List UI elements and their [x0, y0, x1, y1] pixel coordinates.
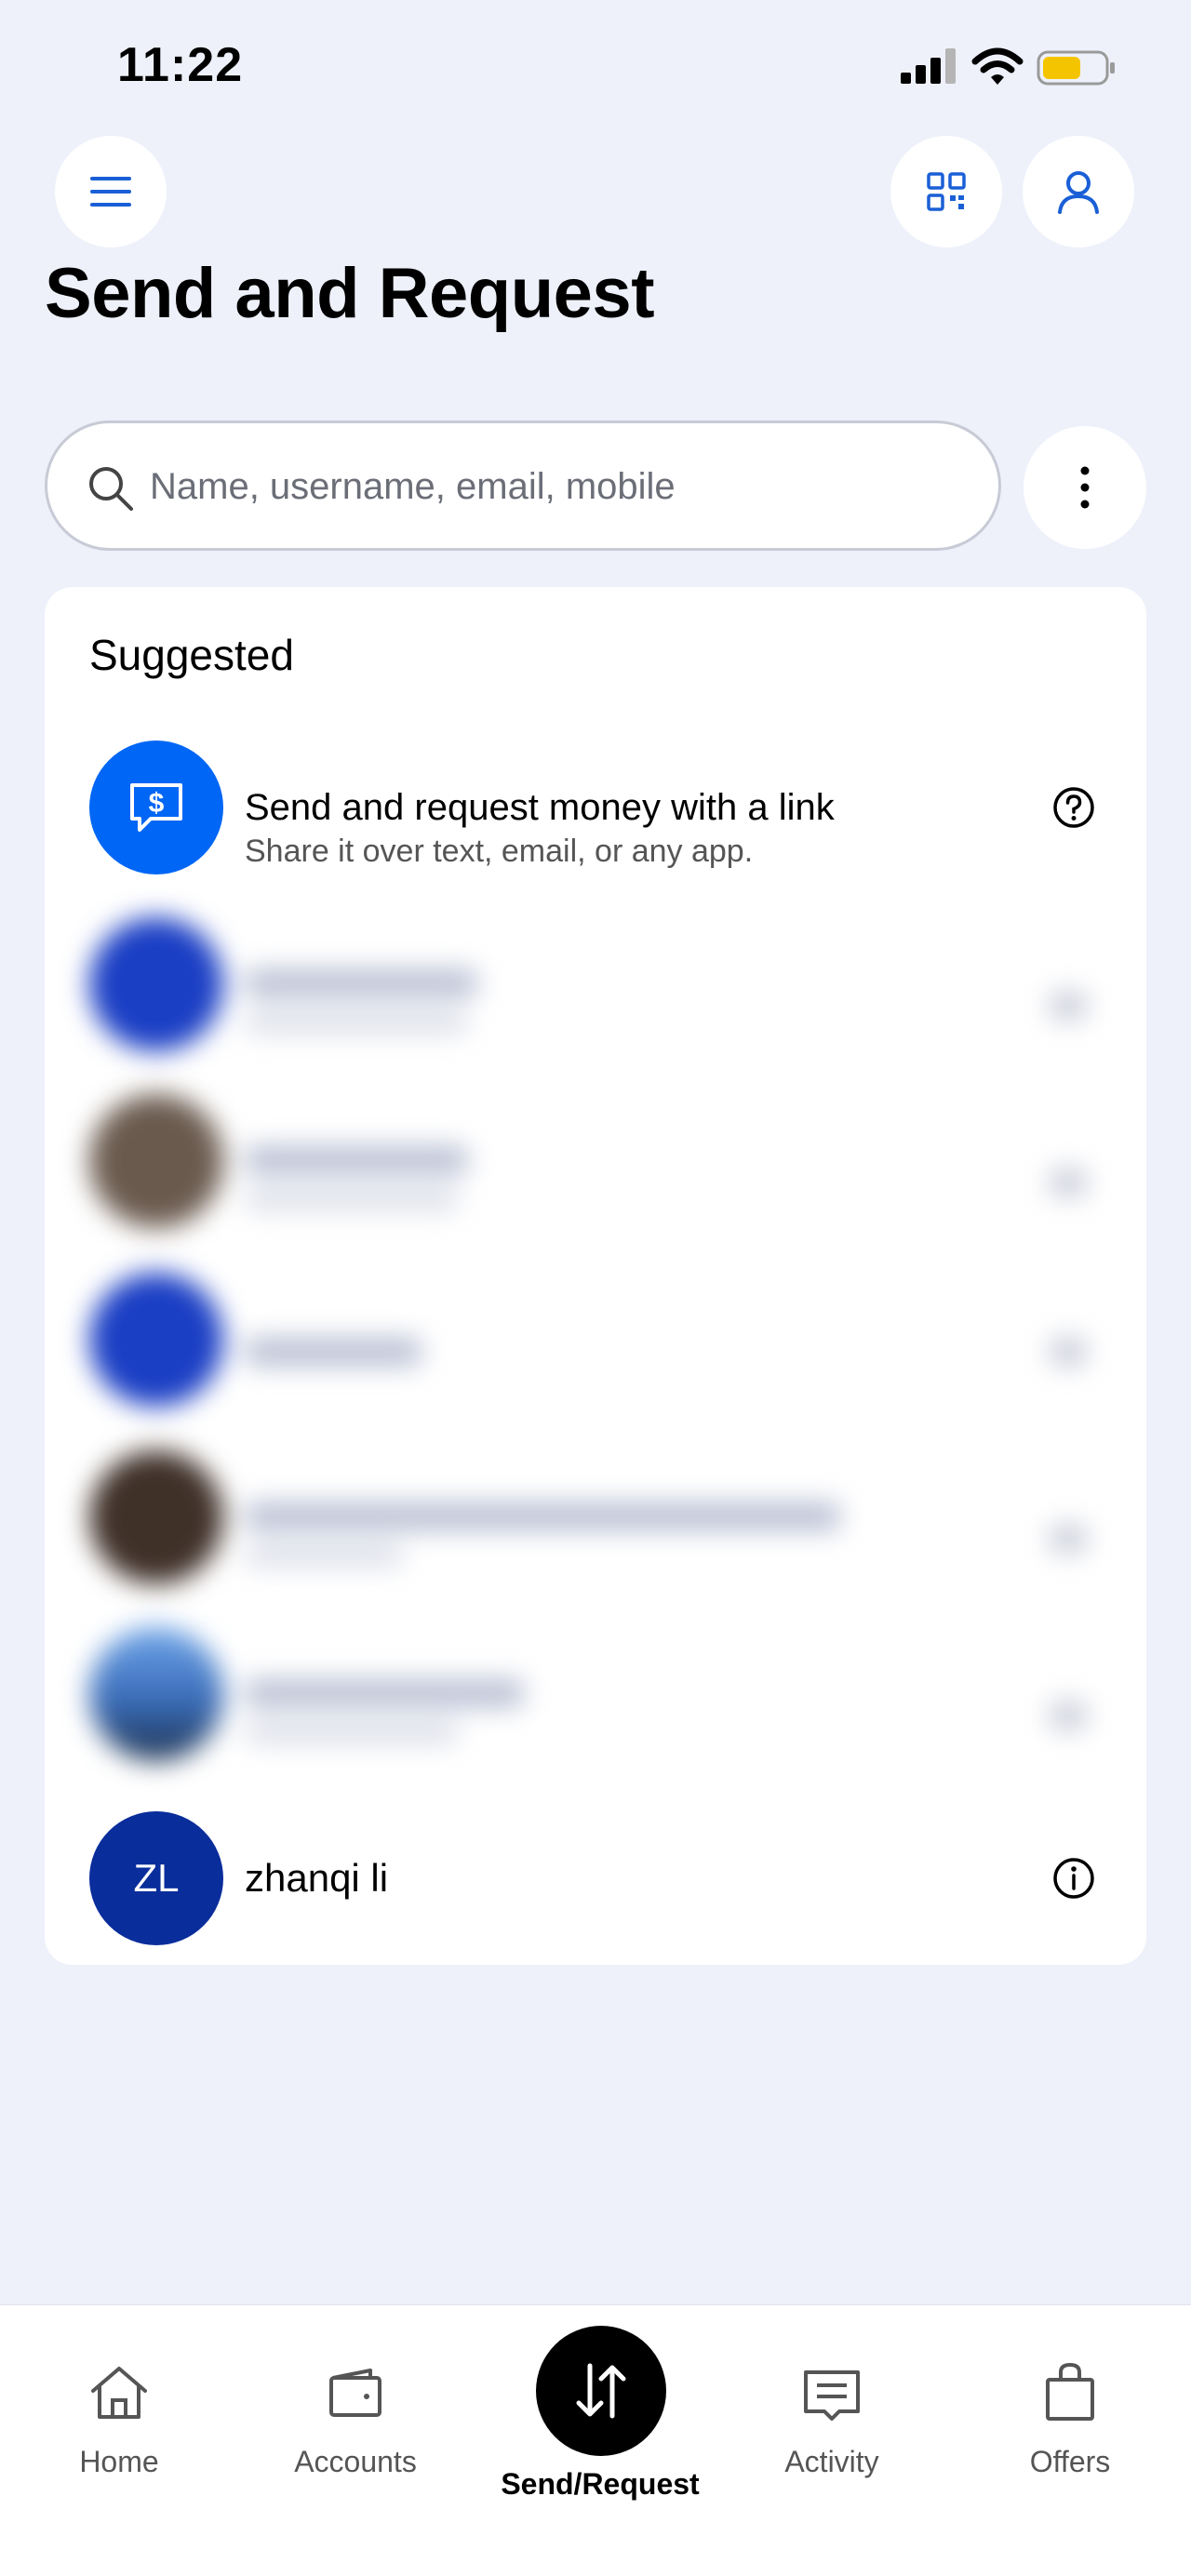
- svg-text:$: $: [149, 788, 165, 819]
- link-avatar: $: [89, 741, 223, 874]
- list-item[interactable]: [45, 917, 1146, 1094]
- home-icon: [91, 2367, 147, 2419]
- search-box[interactable]: [45, 420, 1001, 551]
- nav-activity[interactable]: Activity: [739, 2305, 925, 2510]
- suggested-heading: Suggested: [89, 631, 294, 679]
- nav-offers-label: Offers: [1029, 2445, 1111, 2478]
- link-item-title: Send and request money with a link: [245, 787, 835, 828]
- profile-button[interactable]: [1023, 136, 1134, 247]
- nav-send-request[interactable]: Send/Request: [484, 2305, 716, 2510]
- avatar: [89, 1627, 223, 1761]
- contact-item[interactable]: ZL zhanqi li: [45, 1811, 1146, 1988]
- suggested-card: Suggested $ Send and request money with …: [45, 587, 1146, 1965]
- nav-home[interactable]: Home: [26, 2305, 212, 2510]
- shopping-bag-icon: [1046, 2362, 1094, 2421]
- qr-code-button[interactable]: [890, 136, 1002, 247]
- list-item[interactable]: [45, 1094, 1146, 1271]
- nav-home-label: Home: [79, 2445, 159, 2478]
- nav-accounts-label: Accounts: [294, 2445, 417, 2478]
- avatar: [89, 1273, 223, 1407]
- signal-icon: [901, 48, 956, 84]
- nav-send-request-label: Send/Request: [501, 2467, 700, 2501]
- send-link-item[interactable]: $ Send and request money with a link Sha…: [45, 741, 1146, 917]
- status-bar: 11:22: [0, 0, 1191, 130]
- menu-button[interactable]: [55, 136, 167, 247]
- profile-icon: [1058, 171, 1099, 214]
- list-item[interactable]: [45, 1450, 1146, 1627]
- contact-name: zhanqi li: [245, 1856, 389, 1900]
- info-icon[interactable]: [1051, 1856, 1096, 1901]
- search-icon: [89, 467, 133, 511]
- more-vertical-icon: [1080, 466, 1090, 509]
- wallet-icon: [329, 2369, 381, 2417]
- nav-offers[interactable]: Offers: [977, 2305, 1163, 2510]
- send-request-button[interactable]: [536, 2326, 666, 2456]
- more-options-button[interactable]: [1024, 426, 1146, 549]
- wifi-icon: [971, 47, 1024, 85]
- battery-icon: [1037, 50, 1115, 86]
- status-time: 11:22: [117, 38, 244, 92]
- contact-avatar: ZL: [89, 1811, 223, 1945]
- help-icon[interactable]: [1051, 785, 1096, 830]
- transfer-arrows-icon: [576, 2363, 626, 2419]
- dollar-chat-icon: $: [130, 783, 182, 832]
- link-item-subtitle: Share it over text, email, or any app.: [245, 834, 754, 869]
- avatar: [89, 1450, 223, 1584]
- list-item[interactable]: [45, 1627, 1146, 1804]
- list-item[interactable]: [45, 1273, 1146, 1449]
- nav-accounts[interactable]: Accounts: [262, 2305, 448, 2510]
- bottom-nav: Home Accounts Send/Request Activity Offe…: [0, 2304, 1191, 2576]
- page-title: Send and Request: [45, 254, 655, 333]
- search-input[interactable]: [150, 451, 969, 522]
- avatar: [89, 917, 223, 1051]
- avatar: [89, 1094, 223, 1228]
- qr-code-icon: [927, 172, 966, 211]
- receipt-icon: [804, 2370, 860, 2421]
- menu-icon: [90, 177, 131, 207]
- nav-activity-label: Activity: [784, 2445, 879, 2478]
